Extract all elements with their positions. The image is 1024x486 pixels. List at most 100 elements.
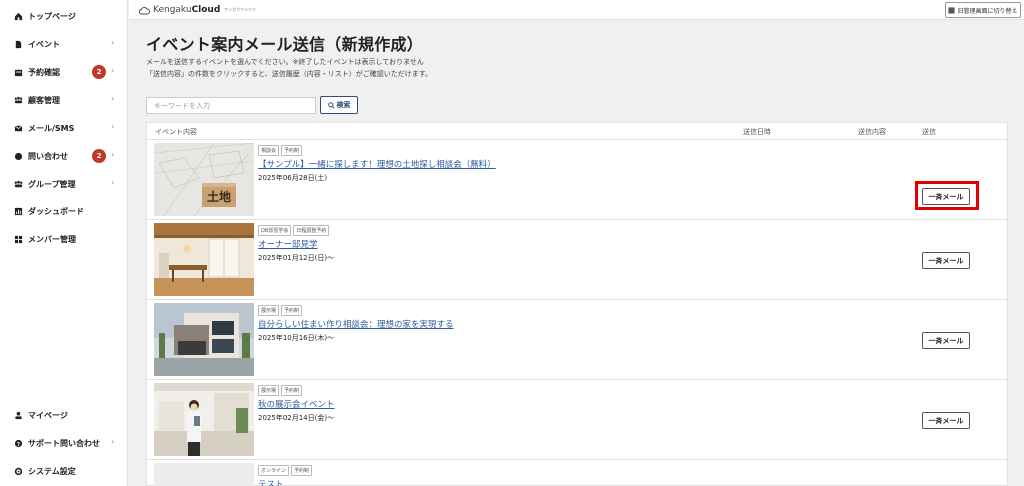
chat-icon (14, 152, 23, 161)
grid-icon (14, 235, 23, 244)
page-title: イベント案内メール送信（新規作成） (146, 35, 424, 54)
switch-legacy-admin-button[interactable]: 旧管理画面に切り替え (945, 2, 1021, 18)
event-tags: 相談会 予約制 (258, 145, 303, 156)
search-button-label: 検索 (336, 101, 351, 109)
event-date: 2025年06月28日(土) (258, 174, 328, 182)
sidebar-item-customers[interactable]: 顧客管理 › (0, 89, 128, 111)
sidebar-item-label: システム設定 (28, 466, 76, 476)
sidebar-item-mypage[interactable]: マイページ (0, 404, 128, 426)
event-date: 2025年02月14日(金)〜 (258, 414, 335, 422)
page-description-line-2: 「送信内容」の件数をクリックすると、送信履歴（内容・リスト）がご確認いただけます… (146, 70, 433, 78)
event-title-link[interactable]: テスト (258, 478, 284, 486)
event-tag: 予約制 (281, 385, 303, 396)
table-row: 展示場 予約制 自分らしい住まい作り相談会：理想の家を実現する 2025年10月… (147, 300, 1009, 380)
sidebar-item-label: マイページ (28, 410, 68, 420)
event-tag: OB邸見学会 (258, 225, 292, 236)
chevron-right-icon: › (111, 66, 115, 75)
column-header-send-content: 送信内容 (858, 128, 886, 136)
chevron-right-icon: › (111, 150, 115, 159)
chart-icon (14, 207, 23, 216)
notification-badge: 2 (92, 149, 106, 163)
event-tags: 展示場 予約制 (258, 385, 303, 396)
search-button[interactable]: 検索 (320, 96, 358, 114)
logo[interactable]: Kengaku Cloud ケンガククラウド (138, 4, 256, 16)
page-description-line-1: メールを送信するイベントを選んでください。※終了したイベントは表示しておりません (146, 58, 424, 66)
sidebar-item-label: サポート問い合わせ (28, 438, 100, 448)
swap-icon (948, 6, 956, 14)
sidebar-item-label: メール/SMS (28, 123, 75, 133)
table-row: オンライン 予約制 テスト (147, 460, 1009, 486)
chevron-right-icon: › (111, 178, 115, 187)
top-bar: Kengaku Cloud ケンガククラウド 旧管理画面に切り替え (129, 0, 1024, 20)
column-header-send: 送信 (922, 128, 936, 136)
sidebar-item-label: イベント (28, 39, 60, 49)
sidebar-item-inquiries[interactable]: 問い合わせ 2 › (0, 145, 128, 167)
brand-name-light: Kengaku (153, 5, 192, 15)
event-tags: オンライン 予約制 (258, 465, 313, 476)
event-table: イベント内容 送信日時 送信内容 送信 土地 相談会 予約制 【サンプル】一緒に… (146, 122, 1009, 486)
sidebar-item-mail-sms[interactable]: メール/SMS › (0, 117, 128, 139)
chevron-right-icon: › (111, 437, 115, 446)
sidebar-item-support[interactable]: ? サポート問い合わせ › (0, 432, 128, 454)
event-title-link[interactable]: オーナー邸見学 (258, 238, 318, 250)
bulk-mail-button[interactable]: 一斉メール (922, 412, 970, 429)
keyword-search-input[interactable] (146, 97, 316, 114)
event-tag: 展示場 (258, 305, 280, 316)
mail-icon (14, 124, 23, 133)
event-tag: 日程調整予約 (293, 225, 330, 236)
event-tag: 予約制 (281, 305, 303, 316)
table-header: イベント内容 送信日時 送信内容 送信 (147, 123, 1009, 140)
sidebar-item-settings[interactable]: システム設定 (0, 460, 128, 482)
column-header-event: イベント内容 (155, 128, 197, 136)
bulk-mail-button[interactable]: 一斉メール (922, 188, 970, 205)
sidebar-item-members[interactable]: メンバー管理 (0, 228, 128, 250)
gear-icon (14, 467, 23, 476)
event-title-link[interactable]: 秋の展示会イベント (258, 398, 335, 410)
user-icon (14, 411, 23, 420)
bulk-mail-button[interactable]: 一斉メール (922, 252, 970, 269)
event-tag: オンライン (258, 465, 290, 476)
sidebar-item-groups[interactable]: グループ管理 › (0, 173, 128, 195)
sidebar-item-reservations[interactable]: 予約確認 2 › (0, 61, 128, 83)
brand-subtitle: ケンガククラウド (224, 7, 257, 12)
chevron-right-icon: › (111, 38, 115, 47)
svg-text:?: ? (17, 441, 20, 447)
sidebar-item-label: 問い合わせ (28, 151, 68, 161)
event-tags: 展示場 予約制 (258, 305, 303, 316)
event-tags: OB邸見学会 日程調整予約 (258, 225, 330, 236)
bulk-mail-button[interactable]: 一斉メール (922, 332, 970, 349)
event-date: 2025年01月12日(日)〜 (258, 254, 335, 262)
event-tag: 相談会 (258, 145, 280, 156)
event-thumbnail (154, 383, 254, 456)
column-header-send-datetime: 送信日時 (743, 128, 771, 136)
sidebar-item-dashboard[interactable]: ダッシュボード (0, 200, 128, 222)
event-title-link[interactable]: 自分らしい住まい作り相談会：理想の家を実現する (258, 318, 454, 330)
people-icon (14, 96, 23, 105)
sidebar-item-events[interactable]: イベント › (0, 33, 128, 55)
event-tag: 展示場 (258, 385, 280, 396)
switch-legacy-admin-label: 旧管理画面に切り替え (957, 7, 1018, 15)
sidebar-item-top[interactable]: トップページ (0, 5, 128, 27)
notification-badge: 2 (92, 65, 106, 79)
event-title-link[interactable]: 【サンプル】一緒に探します！理想の土地探し相談会（無料） (258, 158, 496, 170)
search-icon (327, 101, 335, 109)
cloud-icon (138, 6, 150, 15)
sidebar-item-label: メンバー管理 (28, 234, 76, 244)
sidebar: トップページ イベント › 予約確認 2 › 顧客管理 › メール/SMS › … (0, 0, 128, 486)
event-thumbnail (154, 463, 254, 486)
sidebar-item-label: グループ管理 (28, 179, 76, 189)
help-icon: ? (14, 439, 23, 448)
table-row: OB邸見学会 日程調整予約 オーナー邸見学 2025年01月12日(日)〜 一斉… (147, 220, 1009, 300)
brand-name-bold: Cloud (191, 5, 221, 15)
svg-text:土地: 土地 (207, 189, 231, 204)
group-icon (14, 180, 23, 189)
event-thumbnail (154, 303, 254, 376)
table-row: 展示場 予約制 秋の展示会イベント 2025年02月14日(金)〜 一斉メール (147, 380, 1009, 460)
event-tag: 予約制 (291, 465, 313, 476)
chevron-right-icon: › (111, 94, 115, 103)
sidebar-item-label: 顧客管理 (28, 95, 60, 105)
sidebar-item-label: トップページ (28, 11, 76, 21)
event-date: 2025年10月16日(木)〜 (258, 334, 335, 342)
home-icon (14, 12, 23, 21)
event-thumbnail: 土地 (154, 143, 254, 216)
